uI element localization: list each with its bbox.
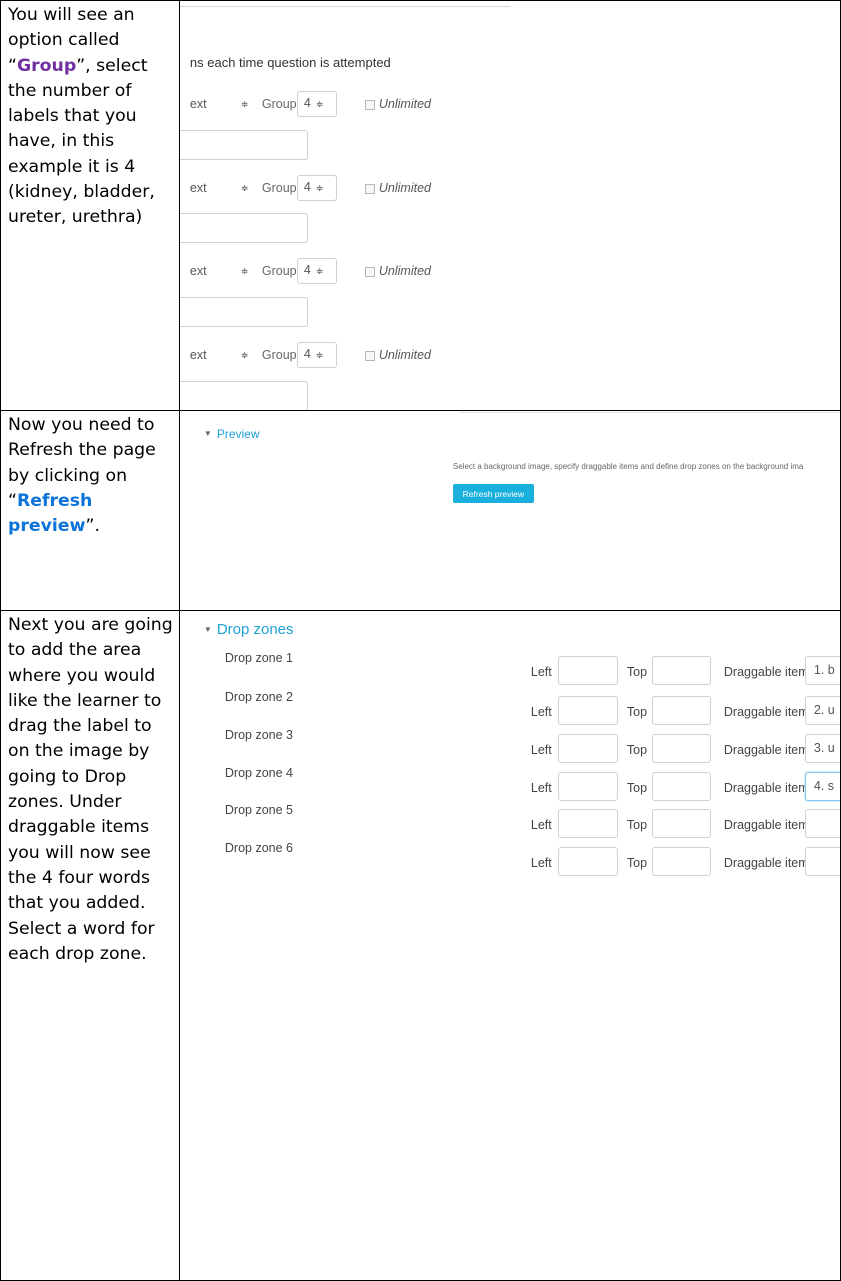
top-input[interactable] [651,847,711,876]
preview-description: Select a background image, specify dragg… [452,462,804,471]
group-select[interactable]: 4 ≑ [296,175,337,201]
refresh-preview-keyword: Refresh preview [8,490,93,537]
left-label: Left [530,818,552,832]
select-arrow-icon: ≑ [315,266,324,276]
drag-item-text-input[interactable] [180,213,308,243]
select-arrow-icon: ≑ [315,350,324,360]
left-input[interactable] [557,847,618,876]
top-input[interactable] [651,656,711,685]
type-select-fragment[interactable]: ext [190,181,207,195]
draggable-item-label: Draggable item [723,743,809,757]
screenshot-cell-group: ns each time question is attempted ext ≑… [178,0,841,411]
left-input[interactable] [557,772,618,801]
draggable-item-select[interactable] [804,847,840,876]
left-input[interactable] [557,734,618,763]
draggable-item-select[interactable]: 2. u [804,696,840,725]
unlimited-checkbox[interactable] [364,351,375,361]
left-input[interactable] [557,809,618,838]
drop-zone-label: Drop zone 4 [224,766,293,780]
top-input[interactable] [651,809,711,838]
drag-item-text-input[interactable] [180,130,308,160]
group-select[interactable]: 4 ≑ [296,342,337,368]
top-label: Top [626,818,648,832]
group-select[interactable]: 4 ≑ [296,91,337,117]
divider [180,6,511,7]
instruction-text-dropzones: Next you are going to add the area where… [8,615,173,964]
top-input[interactable] [651,696,711,725]
drop-zone-label: Drop zone 1 [224,651,293,665]
top-label: Top [626,781,648,795]
type-select-fragment[interactable]: ext [190,348,207,362]
group-label: Group [261,181,297,195]
unlimited-label: Unlimited [378,348,431,362]
top-input[interactable] [651,734,711,763]
group-label: Group [261,97,297,111]
draggable-item-label: Draggable item [723,781,809,795]
top-label: Top [626,743,648,757]
unlimited-checkbox[interactable] [364,100,375,110]
unlimited-label: Unlimited [378,181,431,195]
top-label: Top [626,665,648,679]
screenshot-cell-dropzones: ▼ Drop zones Drop zone 1 Left Top Draggab… [178,610,841,1281]
instruction-cell-group: You will see an option called “Group”, s… [0,0,180,411]
dropzones-section-header[interactable]: ▼ Drop zones [204,621,294,638]
top-label: Top [626,856,648,870]
type-select-fragment[interactable]: ext [190,97,207,111]
left-input[interactable] [557,656,618,685]
screenshot-cell-preview: ▼ Preview Select a background image, spec… [178,410,841,611]
unlimited-label: Unlimited [378,97,431,111]
draggable-item-select[interactable] [804,809,840,838]
select-arrow-icon: ≑ [315,99,324,109]
draggable-item-label: Draggable item [723,856,809,870]
collapse-triangle-icon: ▼ [203,625,212,634]
draggable-item-select[interactable]: 1. b [804,656,840,685]
left-label: Left [530,705,552,719]
instruction-cell-dropzones: Next you are going to add the area where… [0,610,180,1281]
left-label: Left [530,856,552,870]
group-label: Group [261,264,297,278]
select-arrow-icon: ≑ [240,266,249,276]
select-arrow-icon: ≑ [240,350,249,360]
refresh-preview-button[interactable]: Refresh preview [452,484,534,503]
draggable-item-select[interactable]: 3. u [804,734,840,763]
draggable-item-select[interactable]: 4. s [804,772,840,801]
left-label: Left [530,665,552,679]
left-input[interactable] [557,696,618,725]
instruction-text-refresh: Now you need to Refresh the page by clic… [8,415,156,537]
unlimited-checkbox[interactable] [364,267,375,277]
drag-item-text-input[interactable] [180,381,308,410]
left-label: Left [530,781,552,795]
type-select-fragment[interactable]: ext [190,264,207,278]
select-arrow-icon: ≑ [240,99,249,109]
dropzones-screenshot: ▼ Drop zones Drop zone 1 Left Top Draggab… [180,611,840,1280]
draggable-item-label: Draggable item [723,665,809,679]
top-input[interactable] [651,772,711,801]
top-label: Top [626,705,648,719]
shuffle-header-fragment: ns each time question is attempted [189,55,391,70]
group-keyword: Group [16,55,77,76]
unlimited-label: Unlimited [378,264,431,278]
draggable-item-label: Draggable item [723,705,809,719]
drop-zone-label: Drop zone 2 [224,690,293,704]
instruction-table: You will see an option called “Group”, s… [0,0,841,1281]
left-label: Left [530,743,552,757]
drop-zone-label: Drop zone 3 [224,728,293,742]
select-arrow-icon: ≑ [315,183,324,193]
unlimited-checkbox[interactable] [364,184,375,194]
draggable-item-label: Draggable item [723,818,809,832]
group-label: Group [261,348,297,362]
group-settings-screenshot: ns each time question is attempted ext ≑… [180,1,840,410]
drag-item-text-input[interactable] [180,297,308,327]
collapse-triangle-icon: ▼ [203,429,212,438]
preview-section-header[interactable]: ▼ Preview [204,427,260,441]
divider [459,412,840,413]
instruction-text-group: You will see an option called “Group”, s… [8,5,155,228]
instruction-cell-refresh: Now you need to Refresh the page by clic… [0,410,180,611]
group-select[interactable]: 4 ≑ [296,258,337,284]
drop-zone-label: Drop zone 5 [224,803,293,817]
preview-screenshot: ▼ Preview Select a background image, spec… [180,411,840,610]
select-arrow-icon: ≑ [240,183,249,193]
drop-zone-label: Drop zone 6 [224,841,293,855]
